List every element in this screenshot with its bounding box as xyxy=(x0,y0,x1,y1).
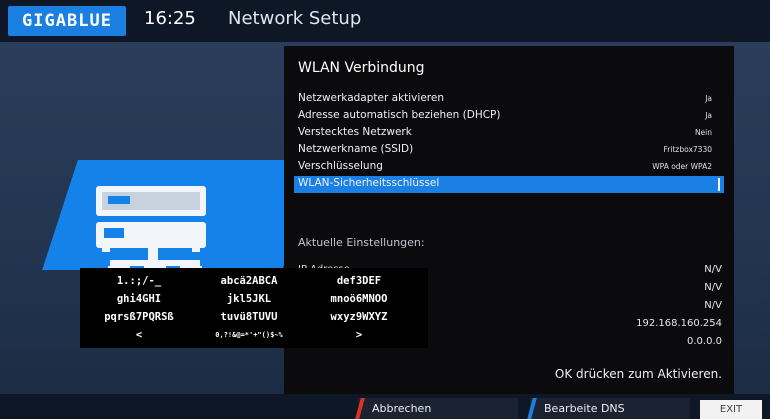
network-device-icon xyxy=(96,186,206,278)
setting-ssid[interactable]: Netzwerkname (SSID) Fritzbox7330 xyxy=(294,142,724,159)
bottom-bar: Abbrechen Bearbeite DNS xyxy=(0,394,770,419)
info-value: N/V xyxy=(704,282,722,293)
setting-label: Verstecktes Netzwerk xyxy=(298,126,412,138)
cancel-label: Abbrechen xyxy=(372,402,432,415)
current-settings-heading: Aktuelle Einstellungen: xyxy=(298,236,425,249)
info-value: 192.168.160.254 xyxy=(636,318,722,329)
setting-label: Adresse automatisch beziehen (DHCP) xyxy=(298,109,501,121)
brand-logo-text: GIGABLUE xyxy=(22,11,112,31)
setting-label: Netzwerkadapter aktivieren xyxy=(298,92,444,104)
brand-logo: GIGABLUE xyxy=(8,6,126,36)
keyboard-key[interactable]: 0,?!&@=*'+"()$~% xyxy=(194,331,304,339)
keyboard-key[interactable]: abcä2ABCA xyxy=(194,275,304,287)
keyboard-key[interactable]: jkl5JKL xyxy=(194,293,304,305)
setting-dhcp[interactable]: Adresse automatisch beziehen (DHCP) Ja xyxy=(294,108,724,125)
setting-label: Netzwerkname (SSID) xyxy=(298,143,414,155)
cancel-button[interactable]: Abbrechen xyxy=(355,398,518,419)
edit-dns-button[interactable]: Bearbeite DNS xyxy=(527,398,690,419)
keyboard-key[interactable]: ghi4GHI xyxy=(84,293,194,305)
setting-hidden-network[interactable]: Verstecktes Netzwerk Nein xyxy=(294,125,724,142)
keyboard-key[interactable]: pqrsß7PQRSß xyxy=(84,311,194,323)
red-key-indicator xyxy=(355,398,365,419)
keyboard-key[interactable]: def3DEF xyxy=(304,275,414,287)
setting-value: Ja xyxy=(705,94,712,103)
keyboard-key[interactable]: tuvü8TUVU xyxy=(194,311,304,323)
info-value: N/V xyxy=(704,300,722,311)
keyboard-key-back[interactable]: < xyxy=(84,329,194,341)
edit-dns-label: Bearbeite DNS xyxy=(544,402,625,415)
setting-value: WPA oder WPA2 xyxy=(652,162,712,171)
activate-hint: OK drücken zum Aktivieren. xyxy=(554,367,722,381)
keyboard-key-forward[interactable]: > xyxy=(304,329,414,341)
dialog-title: WLAN Verbindung xyxy=(298,60,425,76)
keyboard-key[interactable]: mnoö6MNOO xyxy=(304,293,414,305)
keyboard-key[interactable]: wxyz9WXYZ xyxy=(304,311,414,323)
text-cursor xyxy=(718,178,720,191)
info-value: N/V xyxy=(704,264,722,275)
setting-value: Ja xyxy=(705,111,712,120)
top-bar: GIGABLUE 16:25 Network Setup xyxy=(0,0,770,42)
setting-encryption[interactable]: Verschlüsselung WPA oder WPA2 xyxy=(294,159,724,176)
setting-security-key[interactable]: WLAN-Sicherheitsschlüssel xyxy=(294,176,724,193)
keyboard-key[interactable]: 1.:;/-_ xyxy=(84,275,194,287)
setting-label: WLAN-Sicherheitsschlüssel xyxy=(298,177,440,189)
setting-value: Fritzbox7330 xyxy=(663,145,712,154)
clock: 16:25 xyxy=(144,8,196,29)
setting-label: Verschlüsselung xyxy=(298,160,383,172)
setting-adapter[interactable]: Netzwerkadapter aktivieren Ja xyxy=(294,91,724,108)
blue-key-indicator xyxy=(527,398,537,419)
setting-value: Nein xyxy=(694,128,712,137)
page-title: Network Setup xyxy=(228,8,362,29)
info-value: 0.0.0.0 xyxy=(687,336,722,347)
virtual-keyboard: 1.:;/-_ abcä2ABCA def3DEF ghi4GHI jkl5JK… xyxy=(80,268,428,348)
exit-button[interactable]: EXIT xyxy=(700,400,762,419)
